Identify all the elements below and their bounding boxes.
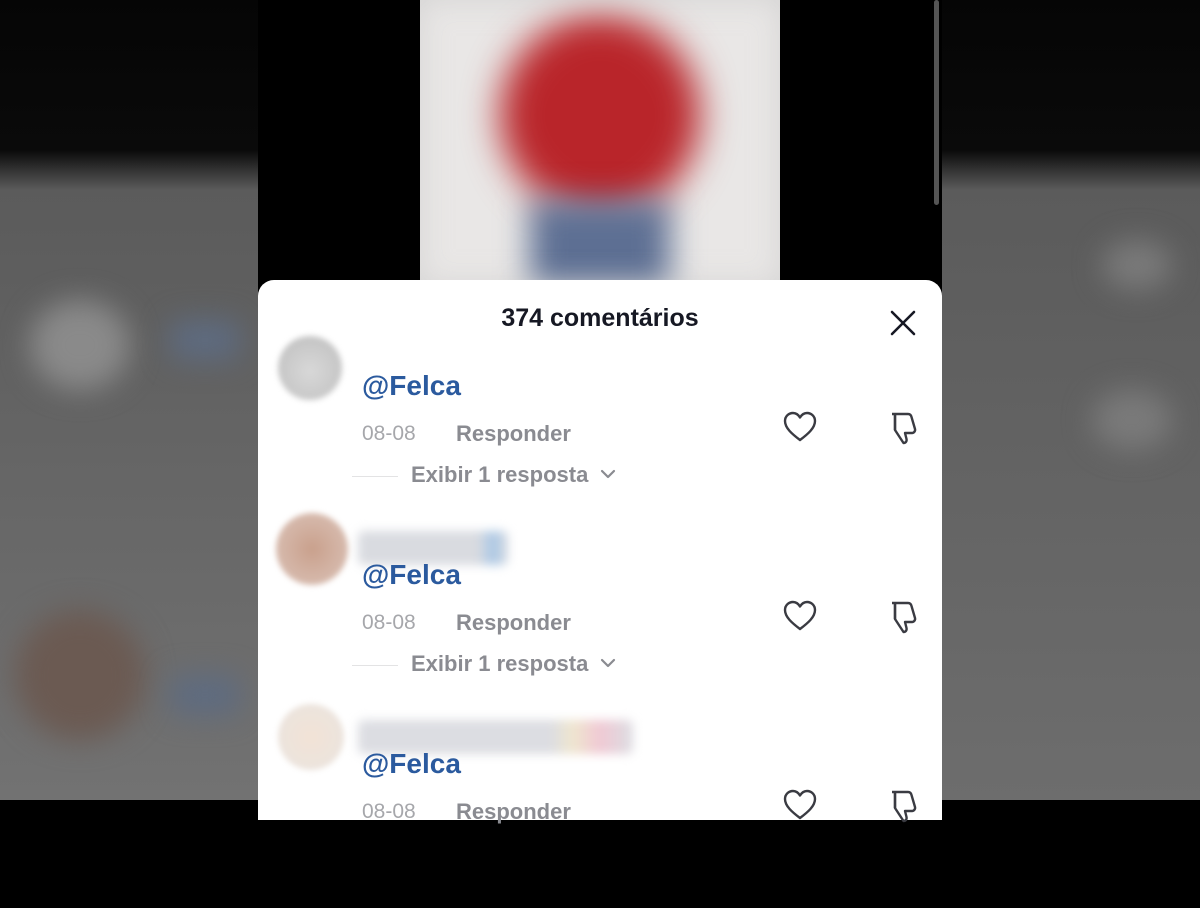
scrollbar[interactable]	[934, 0, 939, 205]
blurred-background-left	[0, 0, 258, 800]
like-button[interactable]	[782, 410, 818, 444]
avatar[interactable]	[278, 704, 344, 770]
heart-icon	[783, 411, 817, 442]
heart-icon	[783, 789, 817, 820]
reply-button[interactable]: Responder	[456, 799, 571, 825]
comment-date: 08-08	[362, 800, 416, 823]
blurred-avatar	[15, 610, 145, 740]
reply-divider	[352, 665, 398, 666]
close-icon	[890, 310, 916, 336]
comments-sheet: 374 comentários @Felca 08-08 Responder E…	[258, 280, 942, 824]
dislike-button[interactable]	[886, 410, 920, 446]
reply-button[interactable]: Responder	[456, 610, 571, 636]
comment-date: 08-08	[362, 611, 416, 634]
video-thumbnail[interactable]	[420, 0, 780, 285]
show-replies-label: Exibir 1 resposta	[411, 462, 589, 487]
mention-link[interactable]: @Felca	[362, 559, 461, 591]
like-button[interactable]	[782, 788, 818, 822]
chevron-down-icon	[600, 469, 616, 479]
like-button[interactable]	[782, 599, 818, 633]
comment-item: @Felca 08-08 Responder	[258, 704, 942, 908]
show-replies-label: Exibir 1 resposta	[411, 651, 589, 676]
comment-item: @Felca 08-08 Responder Exibir 1 resposta	[258, 336, 942, 530]
mention-link[interactable]: @Felca	[362, 748, 461, 780]
blurred-username	[170, 320, 240, 360]
comment-item: @Felca 08-08 Responder Exibir 1 resposta	[258, 513, 942, 719]
dislike-button[interactable]	[886, 599, 920, 635]
thumbs-down-icon	[892, 601, 917, 634]
comments-count-title: 374 comentários	[501, 304, 699, 332]
blurred-shape	[1092, 390, 1172, 450]
dislike-button[interactable]	[886, 788, 920, 824]
thumbs-down-icon	[892, 412, 917, 445]
avatar[interactable]	[276, 513, 348, 585]
chevron-down-icon	[600, 658, 616, 668]
close-button[interactable]	[888, 308, 918, 338]
avatar[interactable]	[278, 336, 342, 400]
comment-date: 08-08	[362, 422, 416, 445]
reply-button[interactable]: Responder	[456, 421, 571, 447]
blurred-username	[170, 675, 240, 715]
mention-link[interactable]: @Felca	[362, 370, 461, 402]
blurred-background-right	[942, 0, 1200, 800]
heart-icon	[783, 600, 817, 631]
reply-divider	[352, 476, 398, 477]
blurred-avatar	[30, 300, 130, 390]
blurred-shape	[1102, 240, 1172, 290]
thumbs-down-icon	[892, 790, 917, 823]
